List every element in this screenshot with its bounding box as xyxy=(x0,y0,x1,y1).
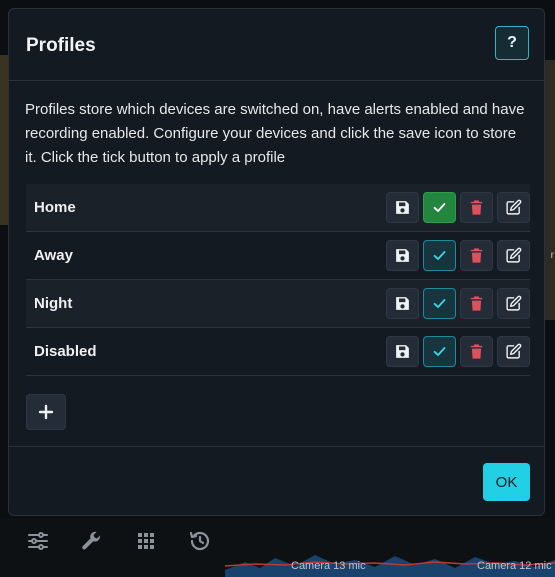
save-profile-button[interactable] xyxy=(386,240,419,271)
modal-header: Profiles ? xyxy=(9,9,544,81)
edit-profile-button[interactable] xyxy=(497,336,530,367)
table-row: Away xyxy=(26,232,530,280)
trash-icon xyxy=(470,296,483,311)
row-actions xyxy=(386,240,530,271)
grid-icon[interactable] xyxy=(134,529,158,553)
save-profile-button[interactable] xyxy=(386,336,419,367)
check-icon xyxy=(433,203,446,212)
delete-profile-button[interactable] xyxy=(460,288,493,319)
table-row: Disabled xyxy=(26,328,530,376)
row-actions xyxy=(386,288,530,319)
camera-label: Camera 13 mic xyxy=(291,560,366,572)
save-profile-button[interactable] xyxy=(386,192,419,223)
floppy-disk-icon xyxy=(396,249,409,262)
floppy-disk-icon xyxy=(396,297,409,310)
profile-name: Disabled xyxy=(34,343,97,360)
edit-profile-button[interactable] xyxy=(497,288,530,319)
profiles-table: Home Away Night Disabled xyxy=(26,184,530,376)
check-icon xyxy=(433,299,446,308)
floppy-disk-icon xyxy=(396,345,409,358)
ok-button[interactable]: OK xyxy=(483,463,530,501)
trash-icon xyxy=(470,248,483,263)
plus-icon xyxy=(38,404,54,420)
check-icon xyxy=(433,251,446,260)
help-button[interactable]: ? xyxy=(495,26,529,60)
profile-name: Night xyxy=(34,295,73,312)
edit-icon xyxy=(506,295,522,311)
sliders-icon[interactable] xyxy=(26,529,50,553)
save-profile-button[interactable] xyxy=(386,288,419,319)
delete-profile-button[interactable] xyxy=(460,240,493,271)
apply-profile-button[interactable] xyxy=(423,240,456,271)
wrench-icon[interactable] xyxy=(79,529,103,553)
row-actions xyxy=(386,336,530,367)
camera-label: Camera 12 mic xyxy=(477,560,552,572)
edit-icon xyxy=(506,199,522,215)
table-row: Night xyxy=(26,280,530,328)
delete-profile-button[interactable] xyxy=(460,336,493,367)
delete-profile-button[interactable] xyxy=(460,192,493,223)
trash-icon xyxy=(470,200,483,215)
profile-name: Away xyxy=(34,247,73,264)
trash-icon xyxy=(470,344,483,359)
modal-description: Profiles store which devices are switche… xyxy=(25,101,525,166)
modal-title: Profiles xyxy=(26,35,96,56)
table-row: Home xyxy=(26,184,530,232)
profiles-modal: Profiles ? Profiles store which devices … xyxy=(8,8,545,516)
background-edge-label: r xyxy=(550,250,554,261)
modal-footer xyxy=(9,446,544,517)
profile-name: Home xyxy=(34,199,76,216)
edit-profile-button[interactable] xyxy=(497,240,530,271)
history-icon[interactable] xyxy=(188,529,212,553)
apply-profile-button[interactable] xyxy=(423,192,456,223)
apply-profile-button[interactable] xyxy=(423,288,456,319)
edit-icon xyxy=(506,343,522,359)
floppy-disk-icon xyxy=(396,201,409,214)
check-icon xyxy=(433,347,446,356)
edit-icon xyxy=(506,247,522,263)
edit-profile-button[interactable] xyxy=(497,192,530,223)
add-profile-button[interactable] xyxy=(26,394,66,430)
row-actions xyxy=(386,192,530,223)
apply-profile-button[interactable] xyxy=(423,336,456,367)
background-camera-tile xyxy=(544,60,555,320)
